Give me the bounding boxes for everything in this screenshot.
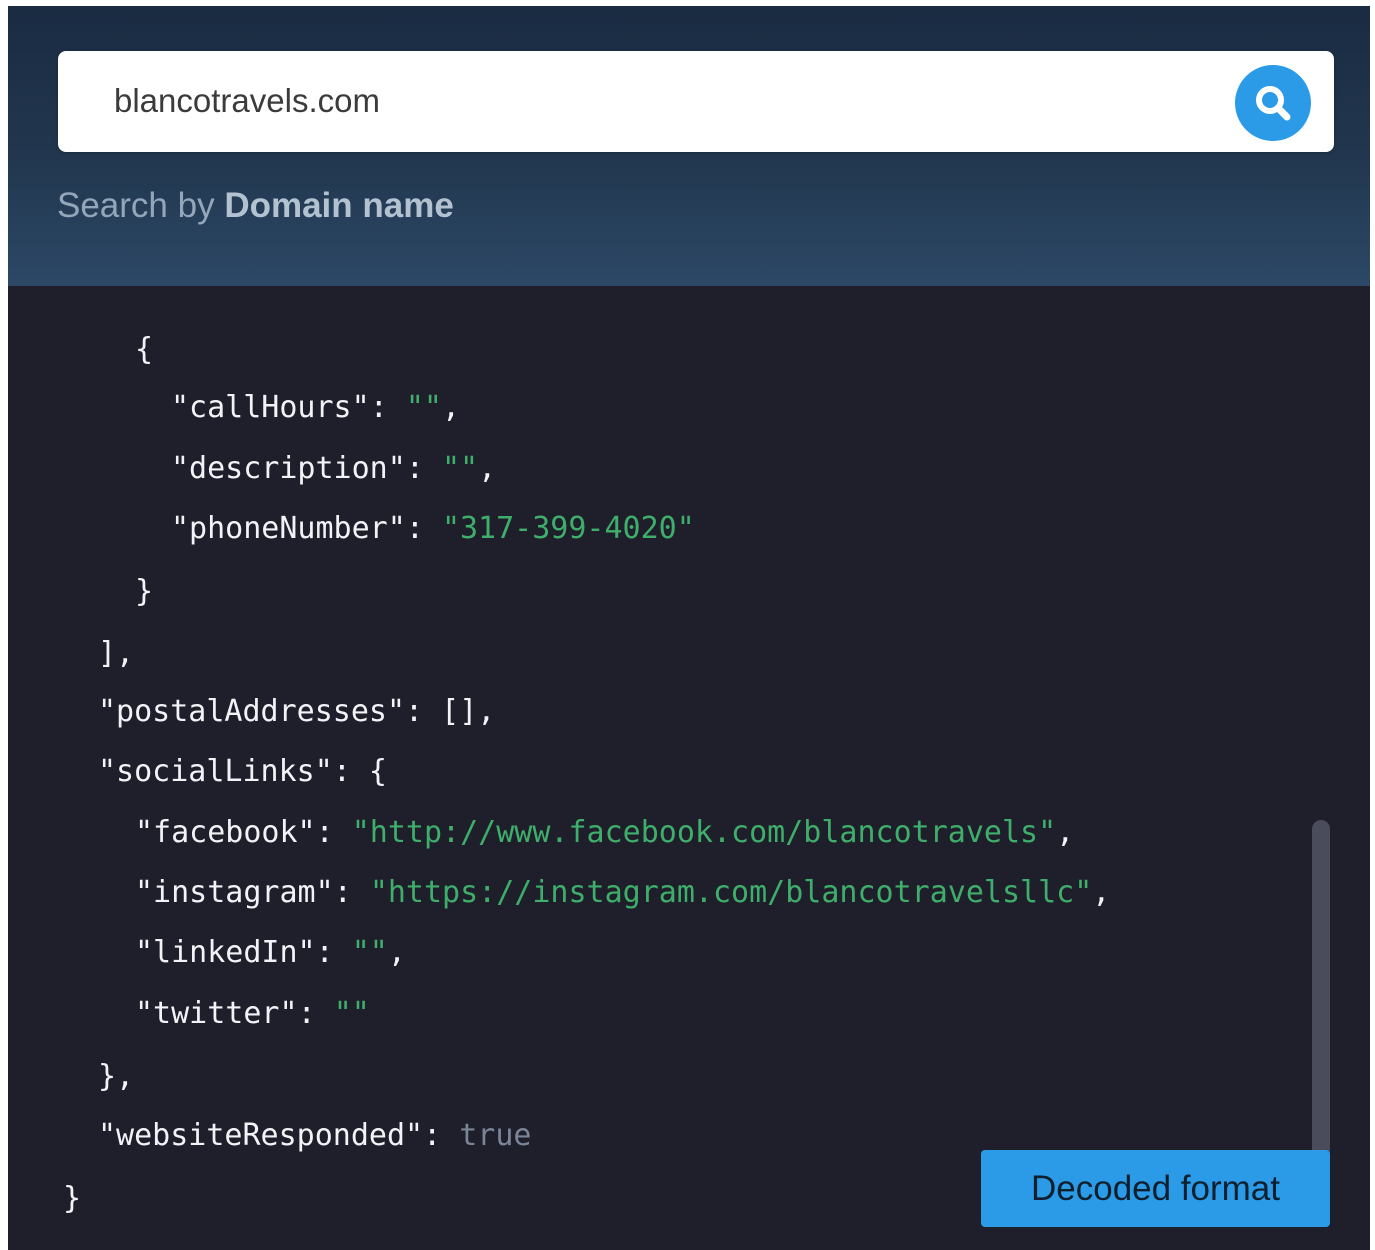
json-token-punct: :: [315, 815, 352, 850]
json-line: "callHours": "",: [171, 388, 460, 428]
search-button[interactable]: [1235, 65, 1311, 141]
json-token-punct: ,: [1092, 875, 1111, 910]
json-line: "facebook": "http://www.facebook.com/bla…: [135, 813, 1074, 853]
json-token-punct: ],: [98, 636, 135, 671]
json-line: "socialLinks": {: [98, 752, 387, 792]
json-token-punct: ,: [387, 935, 406, 970]
search-icon: [1256, 86, 1291, 121]
json-token-key: "twitter": [135, 996, 298, 1031]
json-token-punct: :: [315, 935, 352, 970]
json-token-str: "": [351, 935, 388, 970]
json-token-key: "socialLinks": [98, 754, 333, 789]
json-token-punct: :: [423, 1118, 460, 1153]
json-viewer: { "callHours": "", "description": "", "p…: [8, 286, 1370, 1250]
json-token-key: "facebook": [135, 815, 316, 850]
json-token-punct: }: [63, 1181, 82, 1216]
json-line: "twitter": "": [135, 994, 370, 1034]
json-token-punct: :: [405, 511, 442, 546]
json-token-str: "": [441, 451, 479, 486]
json-token-key: "postalAddresses": [98, 694, 406, 729]
decoded-format-button[interactable]: Decoded format: [981, 1150, 1330, 1227]
app-frame: Search by Domain name { "callHours": "",…: [8, 6, 1370, 1250]
json-token-key: "description": [171, 451, 406, 486]
json-token-punct: :: [297, 996, 334, 1031]
json-token-key: "websiteResponded": [98, 1118, 424, 1153]
search-hint-mode: Domain name: [224, 186, 454, 225]
json-token-key: "callHours": [171, 390, 370, 425]
json-token-punct: }: [135, 574, 154, 609]
json-line: }: [63, 1179, 81, 1219]
json-token-str: "": [405, 390, 442, 425]
json-token-bool: true: [459, 1118, 532, 1153]
json-token-punct: ,: [1056, 815, 1075, 850]
json-line: "instagram": "https://instagram.com/blan…: [135, 873, 1110, 913]
json-line: "postalAddresses": [],: [98, 692, 495, 732]
search-hint: Search by Domain name: [57, 186, 454, 226]
scrollbar-thumb[interactable]: [1312, 820, 1330, 1160]
json-token-punct: :: [405, 451, 442, 486]
json-token-punct: ,: [441, 390, 460, 425]
search-box: [58, 51, 1334, 152]
json-token-str: "": [333, 996, 370, 1031]
json-line: {: [135, 330, 153, 370]
json-token-punct: :: [333, 875, 370, 910]
search-header: Search by Domain name: [8, 6, 1370, 286]
json-token-punct: : {: [332, 754, 387, 789]
json-token-punct: ,: [478, 451, 497, 486]
json-token-key: "instagram": [135, 875, 334, 910]
json-line: }: [135, 572, 153, 612]
json-token-punct: },: [98, 1059, 135, 1094]
json-token-punct: : [],: [405, 694, 496, 729]
json-token-str: "https://instagram.com/blancotravelsllc": [369, 875, 1093, 910]
json-token-str: "http://www.facebook.com/blancotravels": [351, 815, 1057, 850]
json-token-key: "phoneNumber": [171, 511, 406, 546]
search-hint-prefix: Search by: [57, 186, 225, 225]
search-input[interactable]: [114, 73, 1214, 129]
json-token-punct: :: [369, 390, 406, 425]
json-token-key: "linkedIn": [135, 935, 316, 970]
json-token-punct: {: [135, 332, 154, 367]
json-line: "websiteResponded": true: [98, 1116, 531, 1156]
json-line: "description": "",: [171, 449, 496, 489]
json-line: "phoneNumber": "317-399-4020": [171, 509, 695, 549]
json-line: ],: [98, 634, 134, 674]
json-line: },: [98, 1057, 134, 1097]
json-line: "linkedIn": "",: [135, 933, 406, 973]
json-token-str: "317-399-4020": [441, 511, 695, 546]
